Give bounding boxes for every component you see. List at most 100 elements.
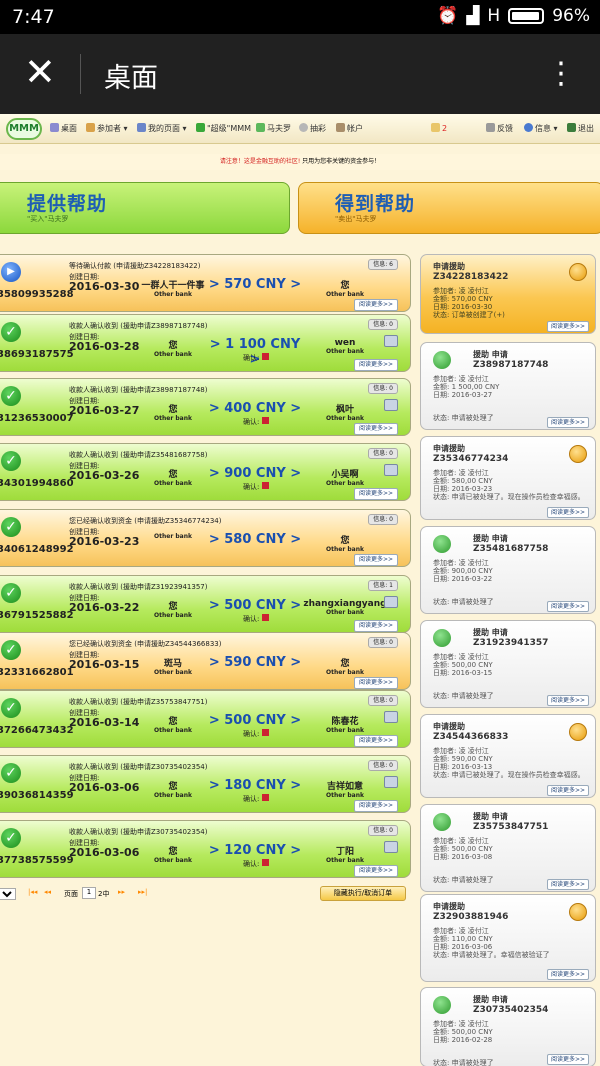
print-icon[interactable] bbox=[384, 464, 398, 476]
arrow-right-icon[interactable] bbox=[569, 445, 587, 463]
read-more-button[interactable]: 阅读更多>> bbox=[353, 677, 398, 689]
get-help-button[interactable]: 得到帮助 "卖出"马夫罗 bbox=[298, 182, 600, 234]
print-icon[interactable] bbox=[384, 399, 398, 411]
info-badge[interactable]: 信息: 0 bbox=[368, 760, 398, 771]
confirm-flag-icon bbox=[262, 417, 270, 424]
nav-feedback[interactable]: 反馈 bbox=[486, 123, 513, 134]
row-header: 您已经确认收到资金 (申请援助Z34544366833) bbox=[69, 640, 222, 648]
confirm-status: 确认: bbox=[243, 482, 270, 492]
transaction-row[interactable]: ✓ 收款人确认收到 (援助申请Z31923941357) 创建日期: 2016-03-… bbox=[0, 575, 411, 633]
read-more-button[interactable]: 阅读更多>> bbox=[353, 735, 398, 747]
request-card[interactable]: 援助 申请 Z35481687758 参加者: 凌 凌付江 金额: 900,00 CN… bbox=[420, 526, 596, 614]
info-badge[interactable]: 信息: 0 bbox=[368, 825, 398, 836]
confirm-status: 确认: bbox=[243, 353, 270, 363]
request-card[interactable]: 申请援助 Z34544366833 参加者: 凌 凌付江 金额: 590,00 CNY… bbox=[420, 714, 596, 798]
request-card[interactable]: 援助 申请 Z38987187748 参加者: 凌 凌付江 金额: 1 500,00 … bbox=[420, 342, 596, 430]
info-badge[interactable]: 信息: 0 bbox=[368, 637, 398, 648]
nav-mavrodi[interactable]: 马夫罗 bbox=[256, 123, 291, 134]
arrow-right-icon[interactable] bbox=[569, 263, 587, 281]
info-badge[interactable]: 信息: 0 bbox=[368, 448, 398, 459]
card-line: 状态: 申请被处理了。幸福信被验证了 bbox=[433, 951, 550, 959]
prev-page-icon[interactable]: ◂◂ bbox=[44, 888, 51, 896]
sender-bank: Other bank bbox=[154, 351, 192, 358]
read-more-button[interactable]: 阅读更多>> bbox=[353, 488, 398, 500]
first-page-icon[interactable]: |◂◂ bbox=[28, 888, 37, 896]
read-more-button[interactable]: 阅读更多>> bbox=[353, 865, 398, 877]
row-date: 2016-03-30 bbox=[69, 280, 140, 293]
read-more-button[interactable]: 阅读更多>> bbox=[353, 620, 398, 632]
read-more-button[interactable]: 阅读更多>> bbox=[353, 554, 398, 566]
card-id: Z30735402354 bbox=[473, 1005, 549, 1015]
card-read-more[interactable]: 阅读更多>> bbox=[546, 321, 589, 332]
request-card[interactable]: 援助 申请 Z30735402354 参加者: 凌 凌付江 金额: 500,00 CN… bbox=[420, 987, 596, 1066]
card-read-more[interactable]: 阅读更多>> bbox=[546, 417, 589, 428]
play-icon: ▶ bbox=[1, 262, 21, 282]
next-page-icon[interactable]: ▸▸ bbox=[118, 888, 125, 896]
read-more-button[interactable]: 阅读更多>> bbox=[353, 423, 398, 435]
card-line: 日期: 2016-03-30 bbox=[433, 303, 493, 311]
card-read-more[interactable]: 阅读更多>> bbox=[546, 879, 589, 890]
read-more-button[interactable]: 阅读更多>> bbox=[353, 299, 398, 311]
print-icon[interactable] bbox=[384, 335, 398, 347]
print-icon[interactable] bbox=[384, 711, 398, 723]
nav-messages[interactable]: 2 bbox=[431, 123, 447, 133]
info-badge[interactable]: 信息: 0 bbox=[368, 695, 398, 706]
transaction-row[interactable]: ✓ 您已经确认收到资金 (申请援助Z34544366833) 创建日期: 2016-0… bbox=[0, 632, 411, 690]
nav-super-mmm[interactable]: "超级"MMM bbox=[196, 123, 251, 134]
card-read-more[interactable]: 阅读更多>> bbox=[546, 1054, 589, 1065]
arrow-right-icon[interactable] bbox=[569, 723, 587, 741]
row-header: 收款人确认收到 (援助申请Z35481687758) bbox=[69, 451, 208, 459]
nav-info[interactable]: 信息 ▾ bbox=[524, 123, 558, 134]
more-menu-icon[interactable]: ⋮ bbox=[546, 54, 576, 94]
last-page-icon[interactable]: ▸▸| bbox=[138, 888, 147, 896]
request-card[interactable]: 申请援助 Z35346774234 参加者: 凌 凌付江 金额: 580,00 CNY… bbox=[420, 436, 596, 520]
card-line: 金额: 590,00 CNY bbox=[433, 755, 493, 763]
read-more-button[interactable]: 阅读更多>> bbox=[353, 359, 398, 371]
nav-participants[interactable]: 参加者 ▾ bbox=[86, 123, 128, 134]
transaction-row[interactable]: ✓ 收款人确认收到 (援助申请Z38987187748) 创建日期: 2016-03-… bbox=[0, 378, 411, 436]
transaction-row[interactable]: ▶ 等待确认付款 (申请援助Z34228183422) 创建日期: 2016-03-3… bbox=[0, 254, 411, 312]
print-icon[interactable] bbox=[384, 841, 398, 853]
request-card[interactable]: 申请援助 Z34228183422 参加者: 凌 凌付江 金额: 570,00 CNY… bbox=[420, 254, 596, 334]
row-id: 36791525882 bbox=[0, 610, 74, 621]
info-badge[interactable]: 信息: 0 bbox=[368, 319, 398, 330]
request-card[interactable]: 援助 申请 Z31923941357 参加者: 凌 凌付江 金额: 500,00 CN… bbox=[420, 620, 596, 708]
close-icon[interactable]: ✕ bbox=[24, 52, 56, 92]
receiver-name: 枫叶 bbox=[335, 405, 354, 415]
transaction-row[interactable]: ✓ 您已经确认收到资金 (申请援助Z35346774234) 创建日期: 2016-0… bbox=[0, 509, 411, 567]
request-card[interactable]: 申请援助 Z32903881946 参加者: 凌 凌付江 金额: 110,00 CNY… bbox=[420, 894, 596, 982]
card-read-more[interactable]: 阅读更多>> bbox=[546, 601, 589, 612]
card-id: Z34228183422 bbox=[433, 272, 509, 282]
nav-account[interactable]: 帐户 bbox=[336, 123, 363, 134]
nav-lottery[interactable]: 抽彩 bbox=[299, 123, 326, 134]
transaction-row[interactable]: ✓ 收款人确认收到 (援助申请Z35753847751) 创建日期: 2016-03-… bbox=[0, 690, 411, 748]
page-input[interactable]: 1 bbox=[82, 887, 96, 899]
info-badge[interactable]: 信息: 6 bbox=[368, 259, 398, 270]
provide-help-button[interactable]: 提供帮助 "买入"马夫罗 bbox=[0, 182, 290, 234]
print-icon[interactable] bbox=[384, 596, 398, 608]
confirm-label: 确认: bbox=[243, 730, 260, 738]
transaction-row[interactable]: ✓ 收款人确认收到 (援助申请Z30735402354) 创建日期: 2016-03-… bbox=[0, 755, 411, 813]
transaction-row[interactable]: ✓ 收款人确认收到 (援助申请Z35481687758) 创建日期: 2016-03-… bbox=[0, 443, 411, 501]
card-read-more[interactable]: 阅读更多>> bbox=[546, 695, 589, 706]
nav-desk[interactable]: 桌面 bbox=[50, 123, 77, 134]
info-badge[interactable]: 信息: 0 bbox=[368, 383, 398, 394]
nav-exit[interactable]: 退出 bbox=[567, 123, 594, 134]
nav-mypage[interactable]: 我的页面 ▾ bbox=[137, 123, 187, 134]
sender: 斑马 Other bank bbox=[139, 656, 207, 676]
card-read-more[interactable]: 阅读更多>> bbox=[546, 785, 589, 796]
arrow-right-icon[interactable] bbox=[569, 903, 587, 921]
transaction-row[interactable]: ✓ 收款人确认收到 (援助申请Z30735402354) 创建日期: 2016-03-… bbox=[0, 820, 411, 878]
info-badge[interactable]: 信息: 0 bbox=[368, 514, 398, 525]
card-read-more[interactable]: 阅读更多>> bbox=[546, 969, 589, 980]
read-more-button[interactable]: 阅读更多>> bbox=[353, 800, 398, 812]
mmm-logo[interactable]: MMM bbox=[6, 118, 42, 140]
info-badge[interactable]: 信息: 1 bbox=[368, 580, 398, 591]
card-line: 金额: 500,00 CNY bbox=[433, 1028, 493, 1036]
rows-per-page-select[interactable] bbox=[0, 888, 16, 900]
hide-orders-button[interactable]: 隐藏执行/取消订单 bbox=[320, 886, 406, 901]
request-card[interactable]: 援助 申请 Z35753847751 参加者: 凌 凌付江 金额: 500,00 CN… bbox=[420, 804, 596, 892]
transaction-row[interactable]: ✓ 收款人确认收到 (援助申请Z38987187748) 创建日期: 2016-03-… bbox=[0, 314, 411, 372]
card-read-more[interactable]: 阅读更多>> bbox=[546, 507, 589, 518]
print-icon[interactable] bbox=[384, 776, 398, 788]
